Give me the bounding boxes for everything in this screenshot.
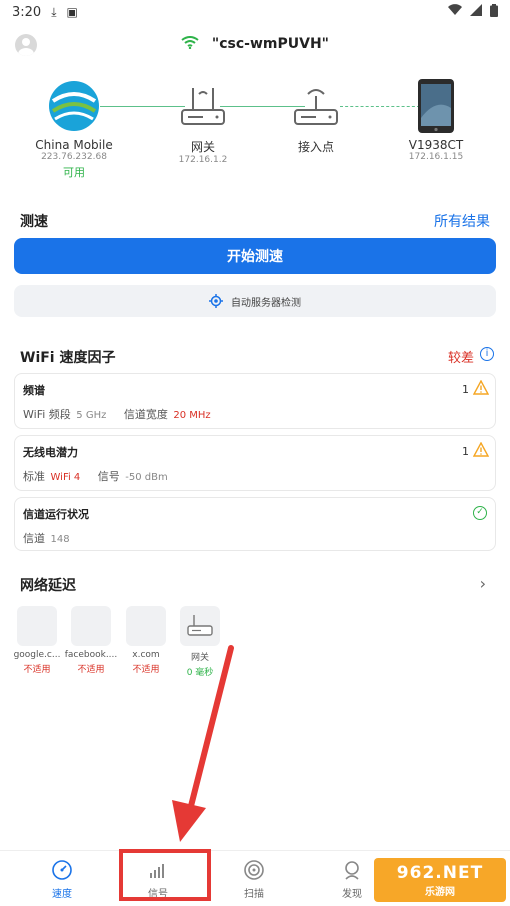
annotation-arrow bbox=[172, 645, 234, 842]
watermark-line1: 962.NET bbox=[396, 862, 484, 883]
nav-label: 扫描 bbox=[244, 889, 264, 900]
nav-scan[interactable]: 扫描 bbox=[214, 859, 294, 900]
speedometer-icon bbox=[22, 859, 102, 881]
nav-label: 速度 bbox=[52, 889, 72, 900]
watermark-line2: 乐游网 bbox=[425, 886, 455, 898]
nav-speed[interactable]: 速度 bbox=[22, 859, 102, 900]
watermark-logo: 962.NET 乐游网 bbox=[374, 858, 506, 902]
annotation-highlight-box bbox=[119, 849, 211, 901]
scan-icon bbox=[214, 859, 294, 881]
